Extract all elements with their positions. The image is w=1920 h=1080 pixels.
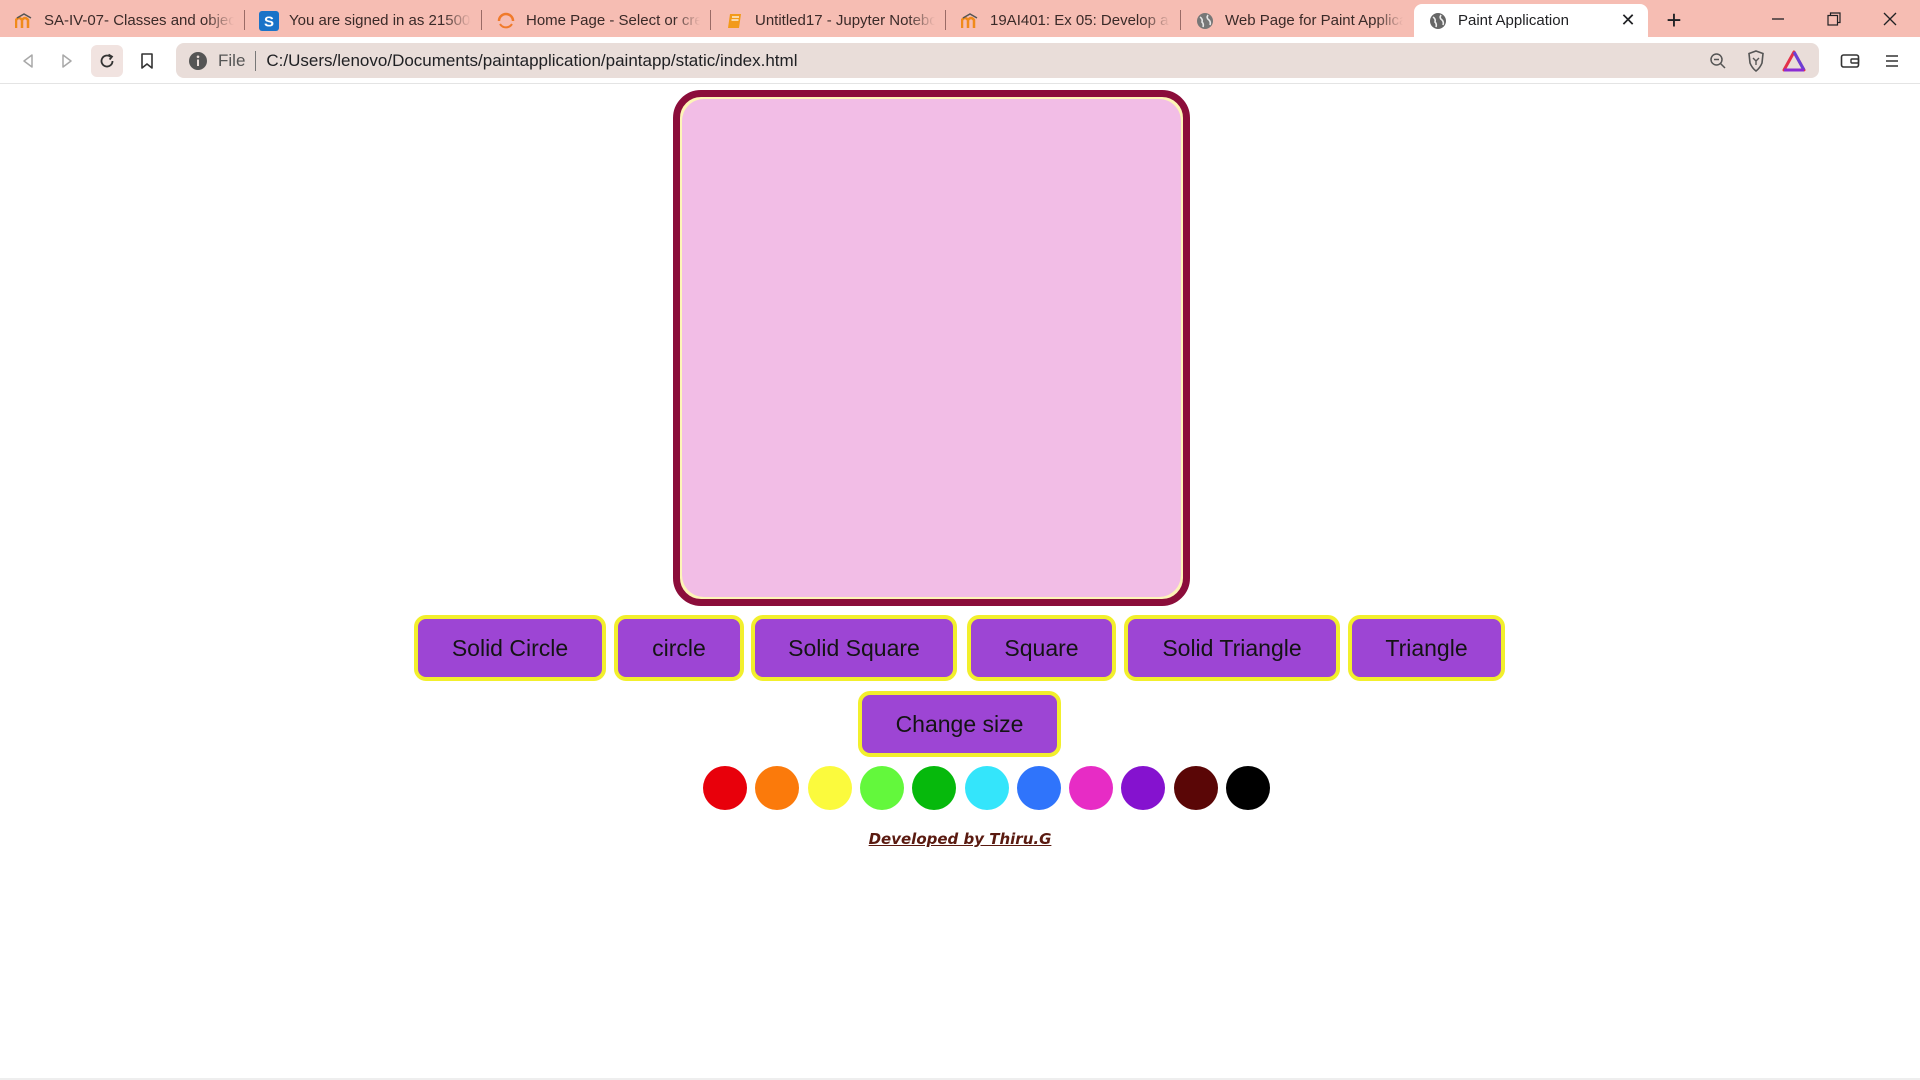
url-text[interactable]: C:/Users/lenovo/Documents/paintapplicati… — [266, 51, 1705, 71]
color-swatch[interactable] — [1174, 766, 1218, 810]
s-icon: S — [259, 10, 279, 31]
brave-shield-icon[interactable] — [1743, 48, 1769, 74]
square-button[interactable]: Square — [967, 615, 1116, 681]
page-content: Solid Circle circle Solid Square Square … — [0, 84, 1920, 1080]
tab-title: Paint Application — [1458, 12, 1569, 29]
tab-signed-in[interactable]: S You are signed in as 215004 — [245, 4, 481, 37]
back-button[interactable] — [12, 45, 44, 77]
color-swatch[interactable] — [1017, 766, 1061, 810]
shape-button-row: Solid Circle circle Solid Square Square … — [0, 615, 1920, 683]
tab-title: Home Page - Select or create — [526, 12, 700, 29]
color-swatch[interactable] — [755, 766, 799, 810]
tab-paint-application[interactable]: Paint Application ✕ — [1414, 4, 1648, 37]
notebook-icon — [725, 11, 745, 31]
color-swatch[interactable] — [912, 766, 956, 810]
change-size-button[interactable]: Change size — [858, 691, 1061, 757]
address-bar[interactable]: File C:/Users/lenovo/Documents/paintappl… — [176, 43, 1819, 78]
moodle-icon — [960, 11, 980, 31]
brave-rewards-icon[interactable] — [1781, 48, 1807, 74]
omnibox-divider — [255, 50, 257, 71]
bookmark-icon — [141, 53, 153, 69]
tab-title: Untitled17 - Jupyter Notebook — [755, 12, 935, 29]
new-tab-button[interactable]: + — [1660, 5, 1688, 35]
canvas-frame — [673, 90, 1190, 606]
tab-title: You are signed in as 215004 — [289, 12, 471, 29]
color-swatch[interactable] — [965, 766, 1009, 810]
menu-button[interactable] — [1876, 45, 1908, 77]
reload-icon — [100, 53, 114, 68]
forward-button[interactable] — [51, 45, 83, 77]
moodle-icon — [14, 11, 34, 31]
tab-sa-iv-07[interactable]: SA-IV-07- Classes and objects — [0, 4, 244, 37]
wallet-icon — [1840, 54, 1860, 68]
color-swatch[interactable] — [1121, 766, 1165, 810]
tab-jupyter[interactable]: Untitled17 - Jupyter Notebook — [711, 4, 945, 37]
browser-toolbar: File C:/Users/lenovo/Documents/paintappl… — [0, 37, 1920, 84]
loading-icon — [496, 11, 516, 31]
bookmark-button[interactable] — [131, 45, 163, 77]
tab-19ai401[interactable]: 19AI401: Ex 05: Develop a web — [946, 4, 1180, 37]
color-swatch[interactable] — [1069, 766, 1113, 810]
zoom-icon[interactable] — [1705, 48, 1731, 74]
tab-title: SA-IV-07- Classes and objects — [44, 12, 234, 29]
globe-icon — [1195, 11, 1215, 31]
wallet-button[interactable] — [1834, 45, 1866, 77]
color-swatch[interactable] — [808, 766, 852, 810]
back-icon — [23, 54, 33, 68]
solid-triangle-button[interactable]: Solid Triangle — [1124, 615, 1340, 681]
forward-icon — [62, 54, 72, 68]
svg-text:S: S — [264, 13, 274, 30]
tab-web-page-paint[interactable]: Web Page for Paint Application — [1181, 4, 1413, 37]
tab-home-page[interactable]: Home Page - Select or create — [482, 4, 710, 37]
globe-icon — [1428, 11, 1448, 31]
color-palette — [0, 765, 1920, 811]
solid-circle-button[interactable]: Solid Circle — [414, 615, 606, 681]
close-window-icon[interactable] — [1862, 0, 1918, 37]
reload-button[interactable] — [91, 45, 123, 77]
circle-button[interactable]: circle — [614, 615, 744, 681]
url-scheme-label: File — [218, 50, 246, 70]
info-icon[interactable] — [188, 51, 208, 71]
close-tab-icon[interactable]: ✕ — [1618, 10, 1638, 31]
triangle-button[interactable]: Triangle — [1348, 615, 1505, 681]
drawing-canvas[interactable] — [682, 99, 1181, 597]
color-swatch[interactable] — [1226, 766, 1270, 810]
tab-strip: SA-IV-07- Classes and objects S You are … — [0, 0, 1920, 37]
minimize-icon[interactable] — [1750, 0, 1806, 37]
color-swatch[interactable] — [703, 766, 747, 810]
color-swatch[interactable] — [860, 766, 904, 810]
tab-title: 19AI401: Ex 05: Develop a web — [990, 12, 1170, 29]
solid-square-button[interactable]: Solid Square — [751, 615, 957, 681]
tab-title: Web Page for Paint Application — [1225, 12, 1403, 29]
developer-credit[interactable]: Developed by Thiru.G — [0, 830, 1920, 848]
restore-icon[interactable] — [1806, 0, 1862, 37]
hamburger-menu-icon — [1886, 55, 1898, 67]
